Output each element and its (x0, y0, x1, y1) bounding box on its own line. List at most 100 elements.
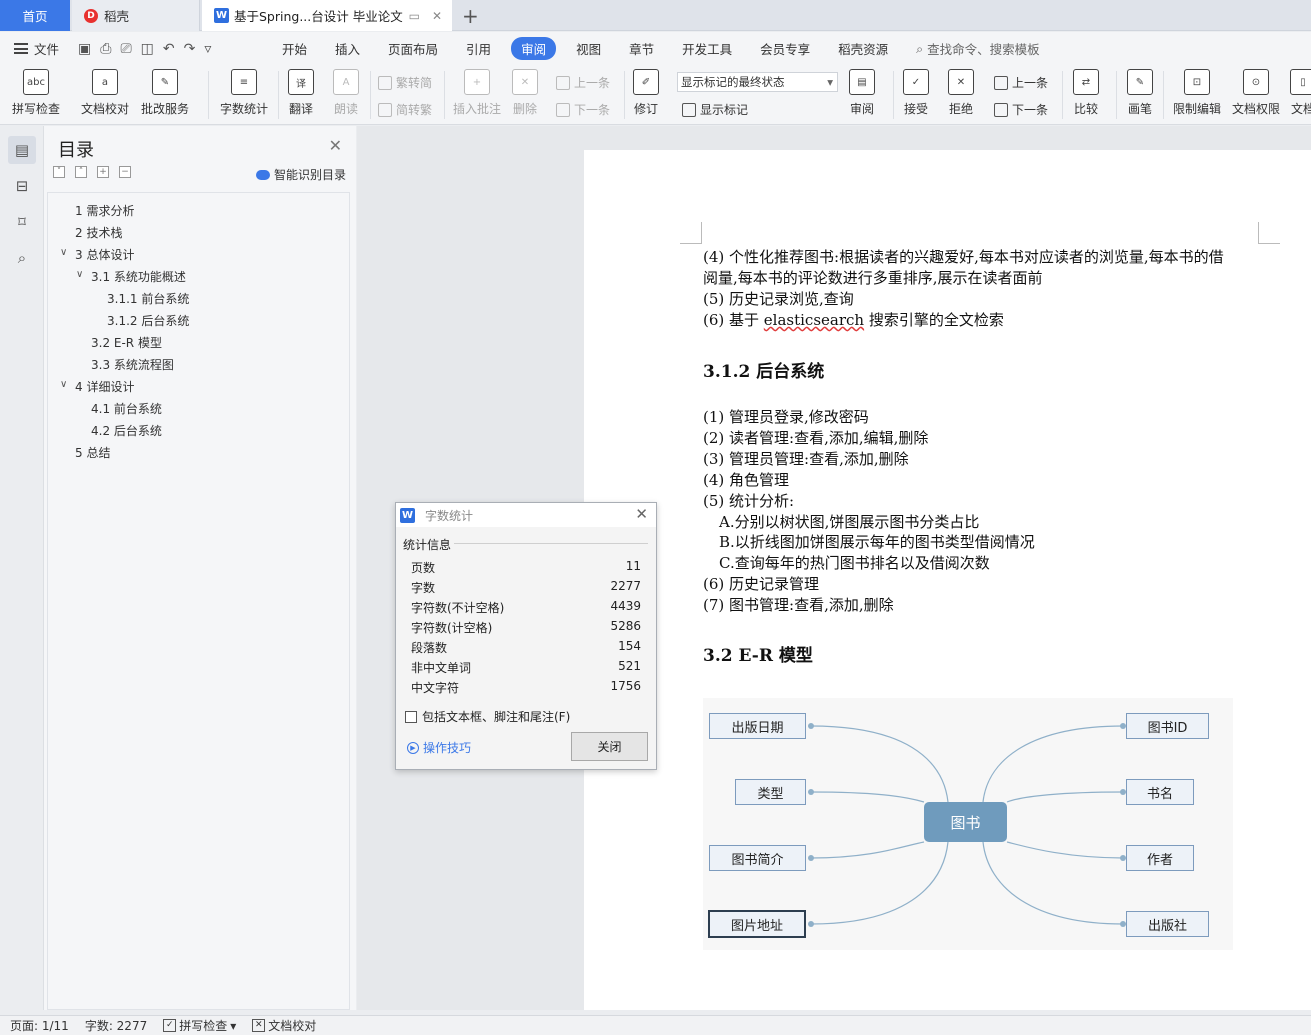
show-markup-button[interactable]: 显示标记 (682, 101, 748, 118)
save-icon[interactable]: ▣ (78, 41, 91, 57)
new-tab-icon[interactable]: + (462, 4, 479, 28)
toc-item[interactable]: 3.1.2 后台系统 (107, 312, 189, 329)
track-changes-button[interactable]: ✐ 修订 (633, 69, 659, 117)
menu-tabs: 开始 插入 页面布局 引用 审阅 视图 章节 开发工具 会员专享 稻壳资源 (268, 37, 902, 60)
stat-value: 5286 (610, 619, 641, 633)
delete-comment-button[interactable]: ✕ 删除 (512, 69, 538, 117)
toc-item[interactable]: 4.2 后台系统 (91, 422, 162, 439)
doc-proof-status[interactable]: ✕ 文档校对 (252, 1017, 316, 1034)
er-mindmap[interactable]: 图书 出版日期 类型 图书简介 图片地址 图书ID 书名 作者 出版社 (703, 698, 1233, 950)
mindmap-node[interactable]: 类型 (735, 779, 806, 805)
add-heading-icon[interactable]: + (97, 166, 109, 178)
menu-docer-resources[interactable]: 稻壳资源 (824, 39, 902, 58)
review-pane-button[interactable]: ▤ 审阅 (849, 69, 875, 117)
pin-icon[interactable]: ▭ (409, 9, 420, 23)
export-pdf-icon[interactable]: ⎙ (100, 41, 111, 57)
word-count-indicator[interactable]: 字数: 2277 (85, 1017, 147, 1034)
tab-docer[interactable]: D 稻壳 (72, 0, 200, 31)
translate-label: 翻译 (288, 102, 313, 116)
toc-item[interactable]: 3 总体设计 (75, 246, 134, 263)
tab-document[interactable]: W 基于Spring...台设计 毕业论文 ▭ ✕ (202, 0, 452, 31)
doc-rights-button[interactable]: ⊙ 文档权限 (1232, 69, 1280, 117)
accept-button[interactable]: ✓ 接受 (903, 69, 929, 117)
spell-check-button[interactable]: abc 拼写检查 (12, 69, 60, 117)
collapse-all-icon[interactable]: ˅ (53, 166, 65, 178)
file-menu[interactable]: 文件 (0, 39, 72, 58)
chevron-down-icon[interactable]: ∨ (60, 379, 67, 390)
toc-item[interactable]: 2 技术栈 (75, 224, 122, 241)
toc-item[interactable]: 4 详细设计 (75, 378, 134, 395)
translate-button[interactable]: 译翻译 (288, 69, 314, 117)
expand-all-icon[interactable]: ˄ (75, 166, 87, 178)
find-icon[interactable]: ⌕ (8, 244, 36, 272)
next-change-button[interactable]: 下一条 (994, 101, 1048, 118)
redo-icon[interactable]: ↷ (184, 41, 196, 57)
misspelled-word[interactable]: elasticsearch (764, 311, 864, 329)
chapter-nav-icon[interactable]: ⊟ (8, 172, 36, 200)
menu-start[interactable]: 开始 (268, 39, 321, 58)
close-icon[interactable]: ✕ (635, 505, 648, 523)
menu-chapter[interactable]: 章节 (615, 39, 668, 58)
toc-item[interactable]: 4.1 前台系统 (91, 400, 162, 417)
print-preview-icon[interactable]: ◫ (141, 41, 154, 57)
pen-button[interactable]: ✎ 画笔 (1127, 69, 1153, 117)
mindmap-node[interactable]: 出版社 (1126, 911, 1209, 937)
toc-item[interactable]: 5 总结 (75, 444, 110, 461)
close-icon[interactable]: ✕ (329, 136, 342, 155)
tips-link[interactable]: ▶ 操作技巧 (407, 739, 471, 756)
toc-item[interactable]: 3.3 系统流程图 (91, 356, 174, 373)
mindmap-node[interactable]: 图书ID (1126, 713, 1209, 739)
remove-heading-icon[interactable]: − (119, 166, 131, 178)
menu-insert[interactable]: 插入 (321, 39, 374, 58)
menu-review[interactable]: 审阅 (511, 37, 557, 60)
correction-service-button[interactable]: ✎ 批改服务 (141, 69, 189, 117)
mindmap-node[interactable]: 出版日期 (709, 713, 806, 739)
menu-view[interactable]: 视图 (562, 39, 615, 58)
bookmark-icon[interactable]: ⌑ (8, 208, 36, 236)
document-page[interactable]: (4) 个性化推荐图书:根据读者的兴趣爱好,每本书对应读者的浏览量,每本书的借 … (584, 150, 1311, 1010)
customize-icon[interactable]: ▿ (204, 41, 211, 57)
toc-item[interactable]: 3.1.1 前台系统 (107, 290, 189, 307)
simp-to-trad-button[interactable]: 简转繁 (378, 101, 432, 118)
toc-panel-icon[interactable]: ▤ (8, 136, 36, 164)
dialog-titlebar[interactable]: W 字数统计 (396, 503, 656, 527)
tab-home[interactable]: 首页 (0, 0, 70, 31)
close-button[interactable]: 关闭 (571, 732, 648, 761)
spell-check-status[interactable]: ✓ 拼写检查 ▾ (163, 1017, 236, 1034)
menu-developer[interactable]: 开发工具 (668, 39, 746, 58)
command-search[interactable]: ⌕ 查找命令、搜索模板 (916, 39, 1040, 58)
smart-toc-button[interactable]: 智能识别目录 (255, 166, 346, 183)
ribbon-divider (444, 71, 445, 119)
reject-button[interactable]: ✕ 拒绝 (948, 69, 974, 117)
prev-change-button[interactable]: 上一条 (994, 74, 1048, 91)
compare-button[interactable]: ⇄ 比较 (1073, 69, 1099, 117)
mindmap-node-selected[interactable]: 图片地址 (708, 910, 806, 938)
doc-proof-button[interactable]: a 文档校对 (81, 69, 129, 117)
word-count-button[interactable]: ≡ 字数统计 (220, 69, 268, 117)
chevron-down-icon[interactable]: ∨ (60, 247, 67, 258)
toc-item[interactable]: 3.2 E-R 模型 (91, 334, 162, 351)
undo-icon[interactable]: ↶ (163, 41, 175, 57)
page-indicator[interactable]: 页面: 1/11 (10, 1017, 69, 1034)
mindmap-node[interactable]: 书名 (1126, 779, 1194, 805)
tab-close-icon[interactable]: ✕ (432, 9, 442, 23)
menu-references[interactable]: 引用 (452, 39, 505, 58)
insert-comment-button[interactable]: + 插入批注 (453, 69, 501, 117)
prev-comment-button[interactable]: 上一条 (556, 74, 610, 91)
mindmap-center-node[interactable]: 图书 (924, 802, 1007, 842)
toc-item[interactable]: 3.1 系统功能概述 (91, 268, 186, 285)
trad-to-simp-button[interactable]: 繁转简 (378, 74, 432, 91)
mindmap-node[interactable]: 作者 (1126, 845, 1194, 871)
menu-member[interactable]: 会员专享 (746, 39, 824, 58)
menu-layout[interactable]: 页面布局 (374, 39, 452, 58)
read-aloud-button[interactable]: A 朗读 (333, 69, 359, 117)
include-notes-checkbox[interactable]: 包括文本框、脚注和尾注(F) (405, 708, 570, 725)
more-doc-button[interactable]: ▯ 文档 (1290, 69, 1311, 117)
chevron-down-icon[interactable]: ∨ (76, 269, 83, 280)
markup-state-select[interactable]: 显示标记的最终状态 (677, 72, 838, 92)
restrict-editing-button[interactable]: ⊡ 限制编辑 (1173, 69, 1221, 117)
toc-item[interactable]: 1 需求分析 (75, 202, 134, 219)
print-icon[interactable]: ⎚ (120, 41, 131, 57)
mindmap-node[interactable]: 图书简介 (709, 845, 806, 871)
next-comment-button[interactable]: 下一条 (556, 101, 610, 118)
